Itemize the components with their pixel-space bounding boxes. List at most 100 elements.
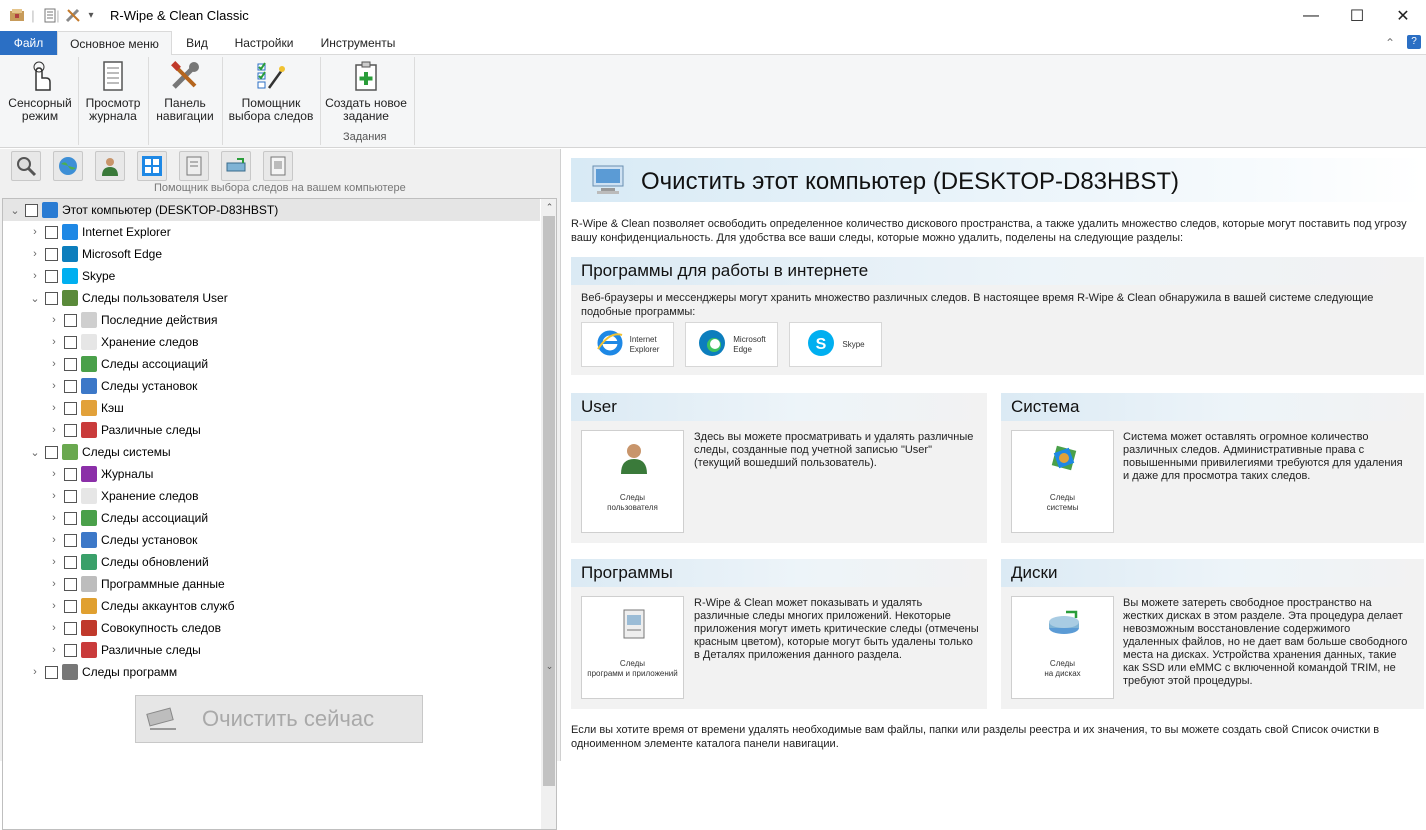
tree-checkbox[interactable] [45, 269, 58, 283]
expand-chevron-icon[interactable]: › [46, 622, 62, 634]
tree-scrollbar[interactable]: ⌃ ⌄ [541, 199, 556, 829]
tree-row[interactable]: › Следы установок [3, 529, 540, 551]
tab-view[interactable]: Вид [172, 31, 222, 55]
expand-chevron-icon[interactable]: › [46, 402, 62, 414]
tree-row[interactable]: › Microsoft Edge [3, 243, 540, 265]
tree-checkbox[interactable] [64, 511, 77, 525]
create-task-button[interactable]: Создать новое задание [322, 59, 410, 129]
tree-checkbox[interactable] [64, 335, 77, 349]
tree-row[interactable]: › Хранение следов [3, 331, 540, 353]
tree-row[interactable]: › Различные следы [3, 419, 540, 441]
tree-row[interactable]: › Различные следы [3, 639, 540, 661]
expand-chevron-icon[interactable]: › [46, 358, 62, 370]
tree-row[interactable]: › Хранение следов [3, 485, 540, 507]
help-icon[interactable]: ? [1407, 35, 1421, 49]
close-button[interactable]: ✕ [1380, 0, 1426, 31]
tree-checkbox[interactable] [64, 313, 77, 327]
programs-icon[interactable] [179, 151, 209, 181]
clean-now-button[interactable]: Очистить сейчас [135, 695, 423, 743]
customize-qa-icon[interactable]: ▾ [85, 6, 97, 24]
tree-checkbox[interactable] [64, 467, 77, 481]
tree-checkbox[interactable] [25, 203, 38, 217]
tree-row[interactable]: › Следы аккаунтов служб [3, 595, 540, 617]
tree-checkbox[interactable] [64, 489, 77, 503]
tree-row[interactable]: › Следы ассоциаций [3, 353, 540, 375]
expand-chevron-icon[interactable]: › [46, 490, 62, 502]
expand-chevron-icon[interactable]: › [46, 578, 62, 590]
registry-icon[interactable] [263, 151, 293, 181]
expand-chevron-icon[interactable]: › [46, 424, 62, 436]
collapse-chevron-icon[interactable]: ⌄ [27, 292, 43, 305]
app-tile-edge[interactable]: Microsoft Edge [685, 322, 778, 367]
expand-chevron-icon[interactable]: › [46, 600, 62, 612]
tree-checkbox[interactable] [45, 291, 58, 305]
tab-tools[interactable]: Инструменты [306, 31, 410, 55]
expand-chevron-icon[interactable]: › [46, 336, 62, 348]
disks-traces-tile[interactable]: Следы на дисках [1011, 596, 1114, 699]
maximize-button[interactable]: ☐ [1334, 0, 1380, 31]
expand-chevron-icon[interactable]: › [46, 644, 62, 656]
tab-settings[interactable]: Настройки [222, 31, 306, 55]
tab-file[interactable]: Файл [0, 31, 57, 55]
tree-row[interactable]: ⌄ Следы пользователя User [3, 287, 540, 309]
expand-chevron-icon[interactable]: › [27, 270, 43, 282]
touch-mode-button[interactable]: Сенсорный режим [4, 59, 76, 129]
system-traces-tile[interactable]: Следы системы [1011, 430, 1114, 533]
tree-checkbox[interactable] [64, 555, 77, 569]
tree-row[interactable]: › Программные данные [3, 573, 540, 595]
view-log-button[interactable]: Просмотр журнала [82, 59, 144, 129]
expand-chevron-icon[interactable]: › [27, 666, 43, 678]
tree-row[interactable]: › Internet Explorer [3, 221, 540, 243]
tree-checkbox[interactable] [64, 643, 77, 657]
tree-row[interactable]: › Следы обновлений [3, 551, 540, 573]
minimize-button[interactable]: — [1288, 0, 1334, 31]
search-traces-icon[interactable] [11, 151, 41, 181]
scroll-thumb[interactable] [543, 216, 555, 786]
expand-chevron-icon[interactable]: › [27, 226, 43, 238]
tree-row[interactable]: ⌄ Этот компьютер (DESKTOP-D83HBST) [3, 199, 540, 221]
expand-chevron-icon[interactable]: › [46, 556, 62, 568]
tree-checkbox[interactable] [45, 665, 58, 679]
internet-icon[interactable] [53, 151, 83, 181]
nav-panel-button[interactable]: Панель навигации [152, 59, 218, 129]
tree-checkbox[interactable] [64, 401, 77, 415]
tree-row[interactable]: › Skype [3, 265, 540, 287]
expand-chevron-icon[interactable]: › [46, 468, 62, 480]
app-tile-skype[interactable]: S Skype [789, 322, 882, 367]
quick-tools-icon[interactable] [64, 6, 82, 24]
collapse-chevron-icon[interactable]: ⌄ [7, 204, 23, 217]
scroll-up-icon[interactable]: ⌃ [541, 199, 556, 216]
tree-checkbox[interactable] [45, 225, 58, 239]
tree-row[interactable]: › Совокупность следов [3, 617, 540, 639]
disk-icon[interactable] [221, 151, 251, 181]
tree-row[interactable]: › Следы ассоциаций [3, 507, 540, 529]
tree-row[interactable]: › Следы установок [3, 375, 540, 397]
tree-checkbox[interactable] [64, 423, 77, 437]
app-tile-ie[interactable]: Internet Explorer [581, 322, 674, 367]
user-icon[interactable] [95, 151, 125, 181]
tree-checkbox[interactable] [45, 445, 58, 459]
expand-chevron-icon[interactable]: › [27, 248, 43, 260]
tree-row[interactable]: ⌄ Следы системы [3, 441, 540, 463]
tree-checkbox[interactable] [64, 599, 77, 613]
tab-main-menu[interactable]: Основное меню [57, 31, 172, 56]
tree-row[interactable]: › Последние действия [3, 309, 540, 331]
scroll-down-icon[interactable]: ⌄ [541, 658, 556, 675]
tree-checkbox[interactable] [45, 247, 58, 261]
windows-icon[interactable] [137, 151, 167, 181]
programs-traces-tile[interactable]: Следы программ и приложений [581, 596, 684, 699]
collapse-ribbon-icon[interactable]: ⌃ [1382, 31, 1398, 55]
expand-chevron-icon[interactable]: › [46, 380, 62, 392]
expand-chevron-icon[interactable]: › [46, 314, 62, 326]
tree-checkbox[interactable] [64, 621, 77, 635]
collapse-chevron-icon[interactable]: ⌄ [27, 446, 43, 459]
tree-row[interactable]: › Следы программ [3, 661, 540, 683]
expand-chevron-icon[interactable]: › [46, 512, 62, 524]
user-traces-tile[interactable]: Следы пользователя [581, 430, 684, 533]
expand-chevron-icon[interactable]: › [46, 534, 62, 546]
tree-checkbox[interactable] [64, 533, 77, 547]
tree-checkbox[interactable] [64, 577, 77, 591]
tree-row[interactable]: › Журналы [3, 463, 540, 485]
tree-checkbox[interactable] [64, 357, 77, 371]
trace-wizard-button[interactable]: Помощник выбора следов [226, 59, 316, 129]
